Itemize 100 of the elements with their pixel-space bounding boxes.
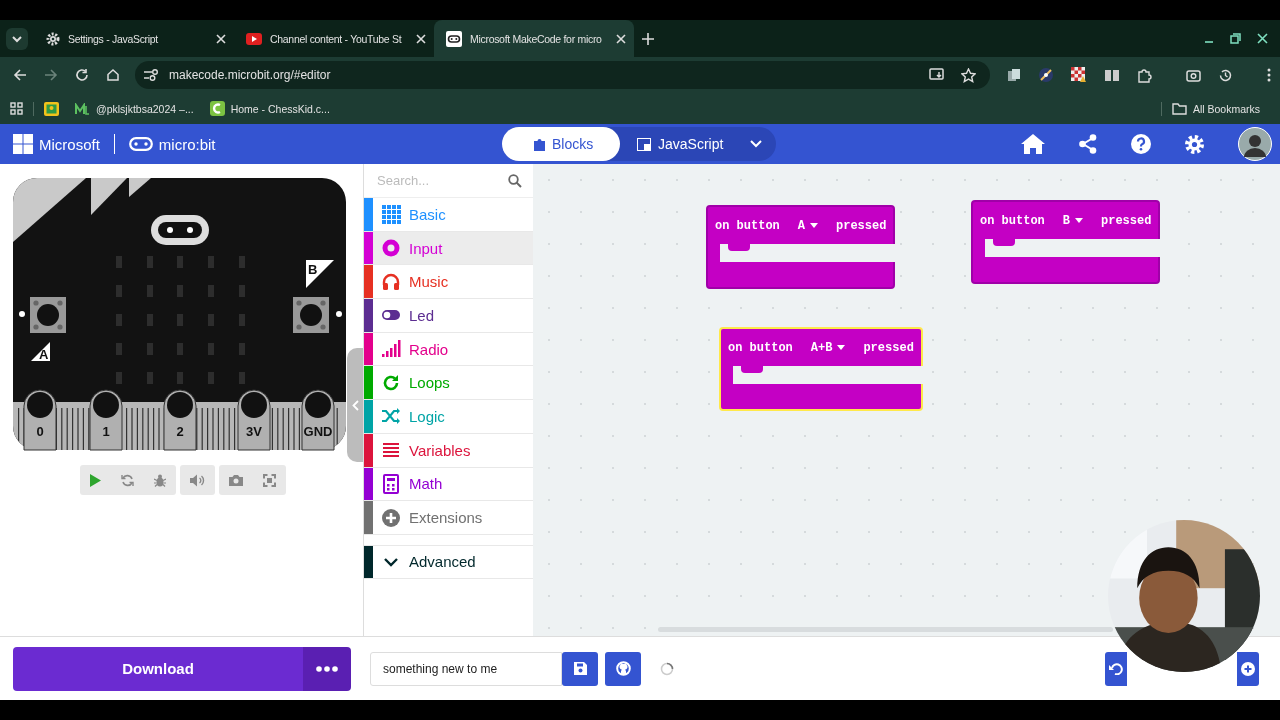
button-dropdown[interactable]: A (797, 218, 818, 233)
pin-pad[interactable] (163, 389, 197, 451)
avatar-icon[interactable] (1238, 127, 1272, 161)
category-label: Advanced (409, 553, 476, 571)
close-icon[interactable] (616, 33, 626, 44)
triangle-icon (31, 342, 50, 361)
more-button[interactable] (303, 646, 351, 691)
event-block[interactable]: on button A+B pressed (719, 327, 923, 411)
chessboard-icon[interactable] (1071, 67, 1087, 83)
restart-icon[interactable] (121, 473, 134, 487)
corner-notch (129, 178, 151, 197)
pin-label: 1 (102, 424, 110, 439)
pin-pad[interactable] (301, 389, 335, 451)
bookmark[interactable]: @pklsjktbsa2024 –... (75, 102, 194, 115)
category-item[interactable]: Radio (364, 332, 533, 367)
star-icon[interactable] (961, 67, 976, 83)
button-dropdown[interactable]: A+B (810, 340, 846, 355)
play-icon[interactable] (90, 473, 101, 487)
caret-icon (837, 345, 846, 350)
project-name-field[interactable]: something new to me (370, 651, 562, 686)
browser-tab[interactable]: Microsoft MakeCode for micro (434, 20, 634, 57)
puzzle-icon (534, 137, 545, 151)
block-text: on button (715, 218, 780, 233)
advanced-item[interactable]: Advanced (364, 544, 533, 579)
search-icon[interactable] (508, 173, 522, 188)
push-button[interactable] (293, 297, 329, 333)
fullscreen-icon[interactable] (263, 473, 276, 487)
caret-icon[interactable] (750, 140, 762, 148)
image-icon[interactable] (44, 101, 59, 116)
pin-pad[interactable] (23, 389, 57, 451)
browser-tab[interactable]: Settings - JavaScript (34, 20, 234, 57)
camera-search-icon[interactable] (1186, 67, 1201, 83)
windows-logo-icon (13, 134, 33, 154)
category-item[interactable]: Math (364, 467, 533, 502)
corner-notch (91, 178, 127, 215)
reload-icon[interactable] (75, 68, 89, 82)
pin-pad[interactable] (237, 389, 271, 451)
zoom-in-button[interactable] (1237, 651, 1259, 686)
close-icon[interactable] (216, 33, 226, 44)
install-icon[interactable] (929, 68, 945, 82)
forward-icon[interactable] (44, 68, 58, 82)
event-block[interactable]: on button A pressed (706, 205, 896, 289)
category-item[interactable]: Led (364, 299, 533, 333)
category-item[interactable]: Input (364, 231, 533, 266)
folder-icon (1171, 102, 1187, 115)
back-icon[interactable] (13, 68, 27, 82)
event-block[interactable]: on button B pressed (971, 200, 1161, 284)
gear-icon (46, 31, 60, 46)
category-item[interactable]: Extensions (364, 501, 533, 535)
zoom-in-icon (1241, 661, 1255, 676)
menu-icon[interactable] (1267, 68, 1271, 82)
save-button[interactable] (562, 651, 598, 686)
github-button[interactable] (605, 651, 641, 686)
extension-icon[interactable] (1007, 68, 1021, 82)
help-icon[interactable] (1131, 134, 1151, 154)
editor-tab[interactable]: JavaScript (620, 127, 744, 161)
history-icon[interactable] (1218, 67, 1233, 83)
site-info-icon[interactable] (143, 68, 159, 82)
tab-search-button[interactable] (6, 27, 28, 50)
apps-icon[interactable] (10, 102, 23, 115)
push-button[interactable] (30, 297, 66, 333)
close-icon[interactable] (416, 33, 426, 44)
block-text: on button (728, 340, 793, 355)
calculator-icon (381, 473, 401, 494)
triangle-icon (306, 260, 334, 288)
settings-icon[interactable] (1184, 133, 1205, 155)
category-label: Variables (409, 441, 471, 459)
new-tab-icon[interactable] (642, 32, 654, 45)
restore-icon[interactable] (1230, 33, 1241, 44)
browser-tab[interactable]: Channel content - YouTube St (234, 20, 434, 57)
camera-icon[interactable] (229, 474, 243, 486)
extension-icon[interactable] (1038, 67, 1054, 83)
collapse-handle[interactable] (347, 348, 363, 462)
home-icon[interactable] (106, 68, 120, 82)
microbit-logo-icon (128, 137, 153, 151)
close-icon[interactable] (1257, 33, 1268, 44)
pin-pad[interactable] (89, 389, 123, 451)
puzzle-icon[interactable] (1137, 67, 1152, 83)
book-icon[interactable] (1104, 68, 1120, 82)
home-icon[interactable] (1021, 134, 1045, 154)
all-bookmarks-button[interactable]: All Bookmarks (1171, 102, 1260, 115)
undo-button[interactable] (1105, 651, 1127, 686)
category-label: Loops (409, 374, 450, 392)
block-text: pressed (863, 340, 914, 355)
pin-label: 0 (36, 424, 44, 439)
category-item[interactable]: Music (364, 265, 533, 300)
button-label: A (39, 347, 49, 362)
share-icon[interactable] (1078, 134, 1098, 154)
search-field[interactable]: Search... (377, 173, 508, 188)
bookmark[interactable]: Home - ChessKid.c... (209, 101, 330, 116)
undo-icon (1109, 662, 1123, 675)
editor-tab[interactable]: Blocks (502, 127, 620, 161)
download-button[interactable]: Download (13, 646, 303, 691)
bug-icon[interactable] (154, 473, 166, 487)
button-dropdown[interactable]: B (1062, 213, 1083, 228)
address-bar[interactable]: makecode.microbit.org/#editor (135, 61, 990, 89)
category-item[interactable]: Variables (364, 433, 533, 468)
category-label: Math (409, 475, 443, 493)
category-label: Radio (409, 340, 449, 358)
speaker-icon[interactable] (190, 473, 205, 487)
